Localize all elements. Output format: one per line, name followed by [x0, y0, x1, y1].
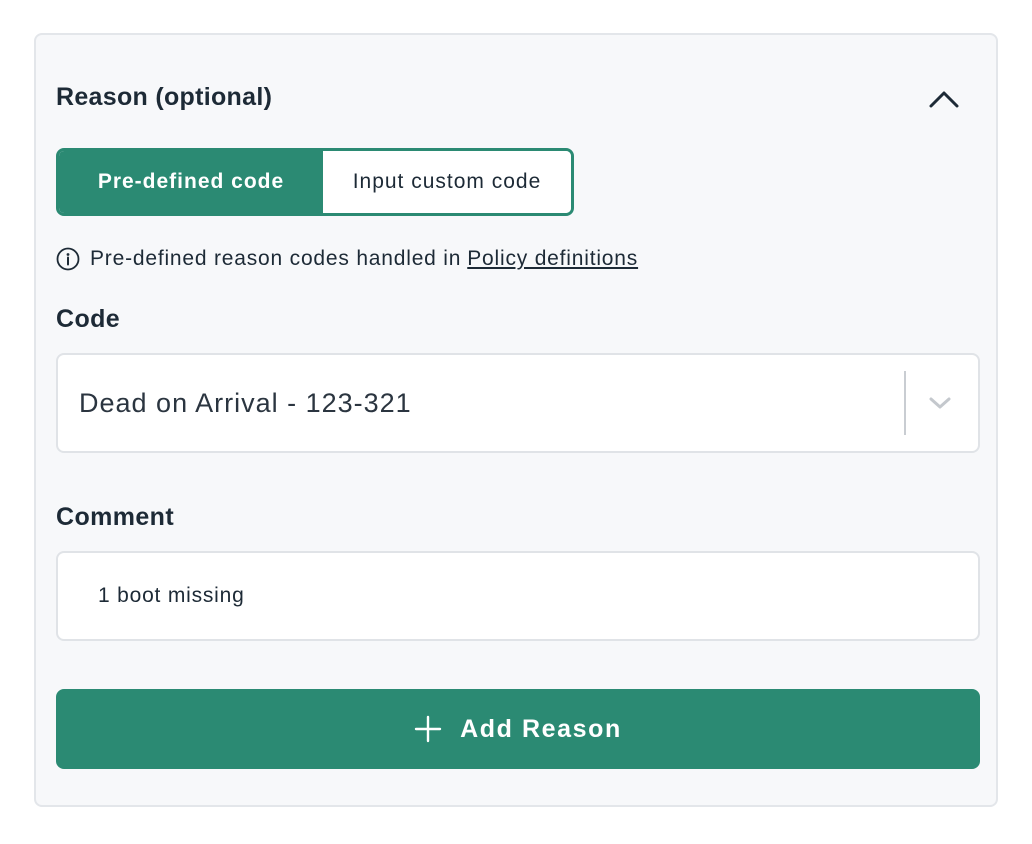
chevron-up-icon	[929, 91, 959, 108]
select-divider	[904, 371, 906, 435]
policy-definitions-link[interactable]: Policy definitions	[467, 247, 638, 271]
code-label: Code	[56, 305, 121, 333]
dropdown-toggle[interactable]	[918, 383, 962, 423]
chevron-down-icon	[929, 397, 951, 409]
add-reason-button[interactable]: Add Reason	[56, 689, 980, 769]
custom-code-option[interactable]: Input custom code	[323, 151, 571, 213]
collapse-button[interactable]	[924, 81, 964, 117]
code-select-value: Dead on Arrival - 123-321	[79, 387, 412, 418]
add-reason-label: Add Reason	[460, 714, 622, 743]
comment-input[interactable]	[56, 551, 980, 641]
reason-section-title: Reason (optional)	[56, 83, 273, 111]
comment-label: Comment	[56, 503, 175, 531]
info-note-text: Pre-defined reason codes handled in	[90, 247, 462, 270]
plus-icon	[414, 715, 442, 743]
predefined-code-option[interactable]: Pre-defined code	[59, 151, 323, 213]
code-select[interactable]: Dead on Arrival - 123-321	[56, 353, 980, 453]
info-note: Pre-defined reason codes handled in Poli…	[56, 245, 638, 273]
code-mode-toggle: Pre-defined code Input custom code	[56, 148, 574, 216]
info-icon	[56, 247, 80, 271]
reason-panel: Reason (optional) Pre-defined code Input…	[34, 33, 998, 807]
